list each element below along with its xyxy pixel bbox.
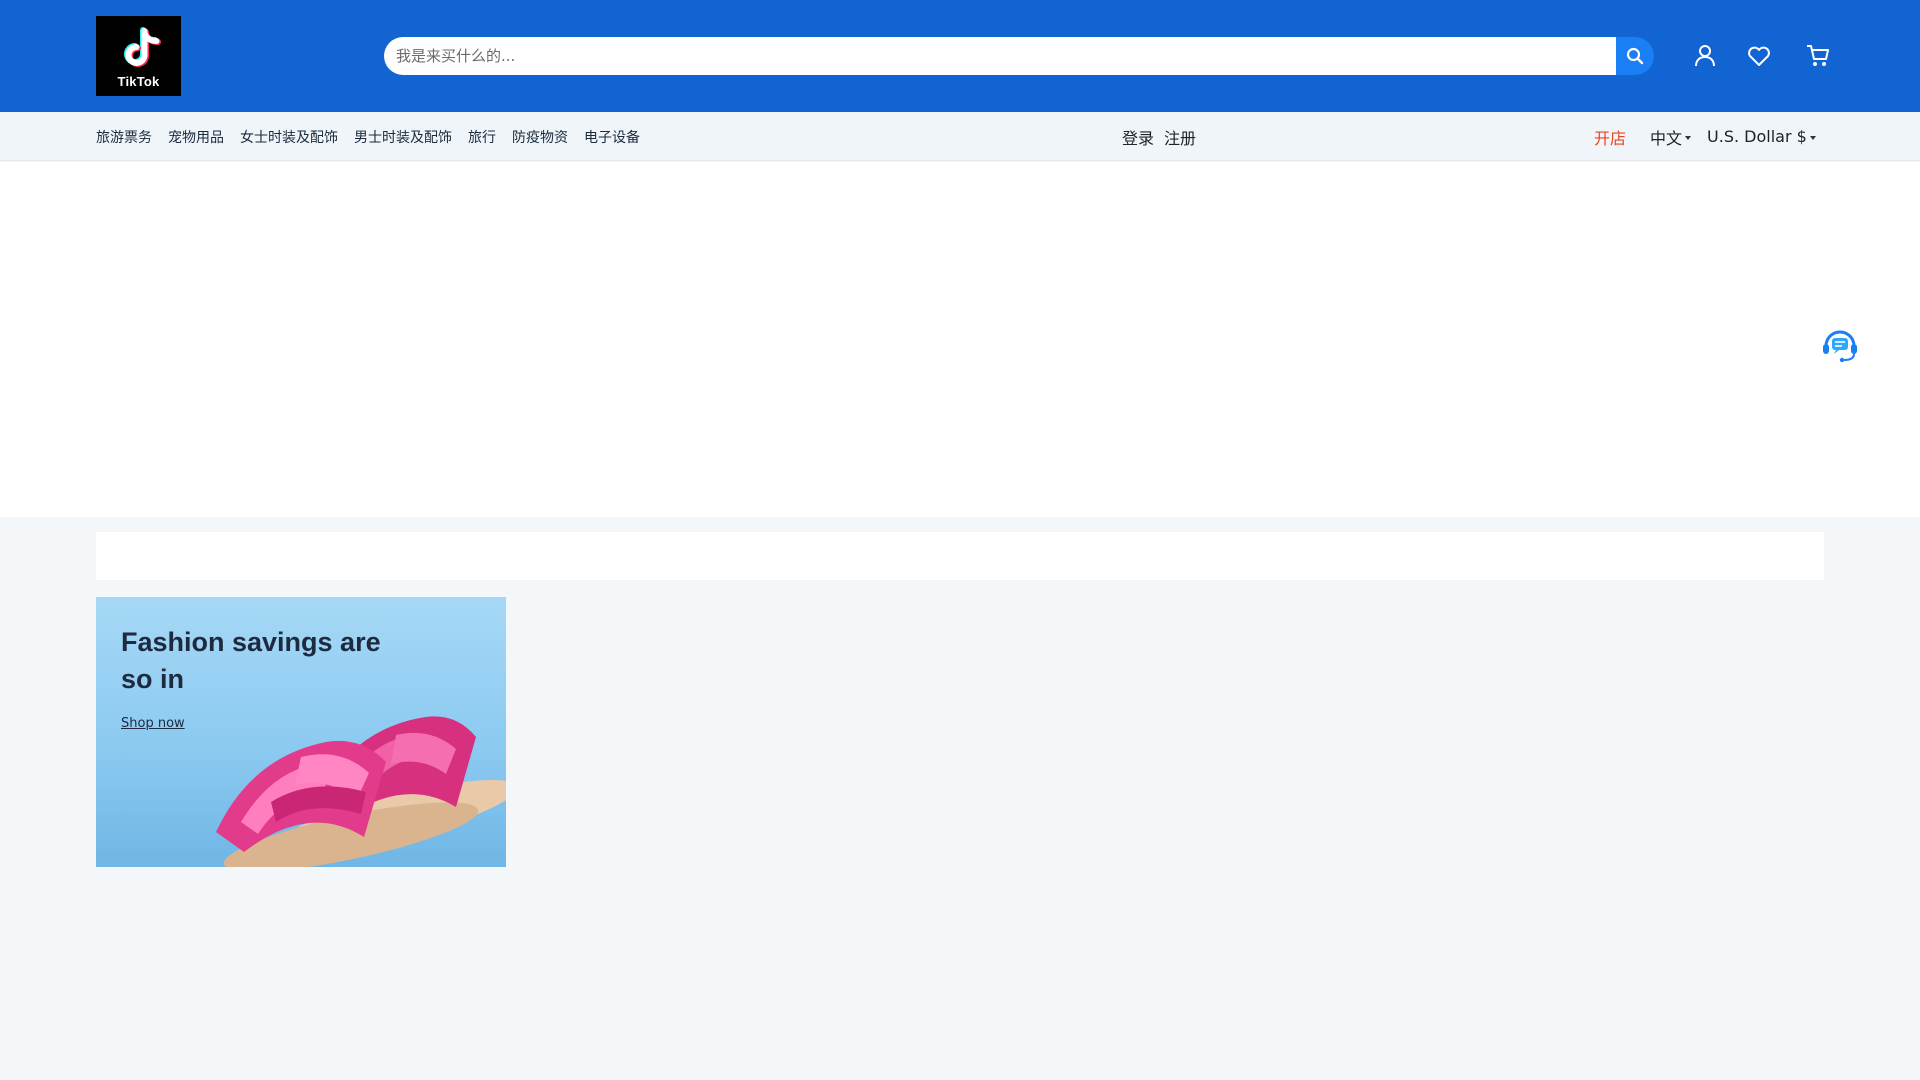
search-button[interactable] (1616, 37, 1654, 75)
category-travel[interactable]: 旅行 (468, 127, 496, 147)
search-icon (1626, 47, 1644, 65)
top-header: TikTok (0, 0, 1920, 112)
tiktok-logo[interactable]: TikTok (96, 16, 181, 96)
auth-links: 登录 注册 (1122, 112, 1196, 161)
user-icon (1695, 45, 1715, 67)
open-shop-link[interactable]: 开店 (1594, 125, 1626, 149)
chevron-down-icon (1685, 135, 1692, 140)
category-womens-fashion[interactable]: 女士时装及配饰 (240, 127, 338, 147)
category-nav-bar: 旅游票务 宠物用品 女士时装及配饰 男士时装及配饰 旅行 防疫物资 电子设备 登… (0, 112, 1920, 161)
tiktok-logo-icon (123, 26, 161, 67)
language-dropdown[interactable]: 中文 (1650, 125, 1692, 149)
currency-dropdown[interactable]: U.S. Dollar $ (1707, 127, 1816, 146)
customer-support-button[interactable] (1820, 324, 1860, 364)
category-list: 旅游票务 宠物用品 女士时装及配饰 男士时装及配饰 旅行 防疫物资 电子设备 (96, 112, 640, 161)
logo-text: TikTok (117, 73, 160, 89)
hero-banner (0, 162, 1920, 517)
search-input[interactable] (384, 37, 1616, 75)
login-link[interactable]: 登录 (1122, 125, 1154, 149)
headset-chat-icon (1823, 330, 1857, 363)
currency-label: U.S. Dollar $ (1707, 127, 1807, 146)
right-nav: 开店 中文 U.S. Dollar $ (1594, 112, 1832, 161)
cart-icon (1807, 45, 1829, 66)
user-account-button[interactable] (1691, 41, 1719, 71)
wishlist-button[interactable] (1745, 41, 1773, 71)
register-link[interactable]: 注册 (1164, 125, 1196, 149)
heart-icon (1748, 46, 1770, 66)
chevron-down-icon (1809, 135, 1816, 140)
category-mens-fashion[interactable]: 男士时装及配饰 (354, 127, 452, 147)
fashion-promo-card[interactable]: Fashion savings are so in Shop now (96, 597, 506, 867)
category-travel-tickets[interactable]: 旅游票务 (96, 127, 152, 147)
category-electronics[interactable]: 电子设备 (584, 127, 640, 147)
search-bar (384, 37, 1654, 75)
notice-strip (96, 532, 1824, 580)
language-label: 中文 (1650, 128, 1683, 148)
promo-title: Fashion savings are so in (121, 627, 381, 694)
category-epidemic-supplies[interactable]: 防疫物资 (512, 127, 568, 147)
cart-button[interactable] (1804, 41, 1832, 71)
shop-now-link[interactable]: Shop now (121, 716, 185, 731)
category-pet-supplies[interactable]: 宠物用品 (168, 127, 224, 147)
